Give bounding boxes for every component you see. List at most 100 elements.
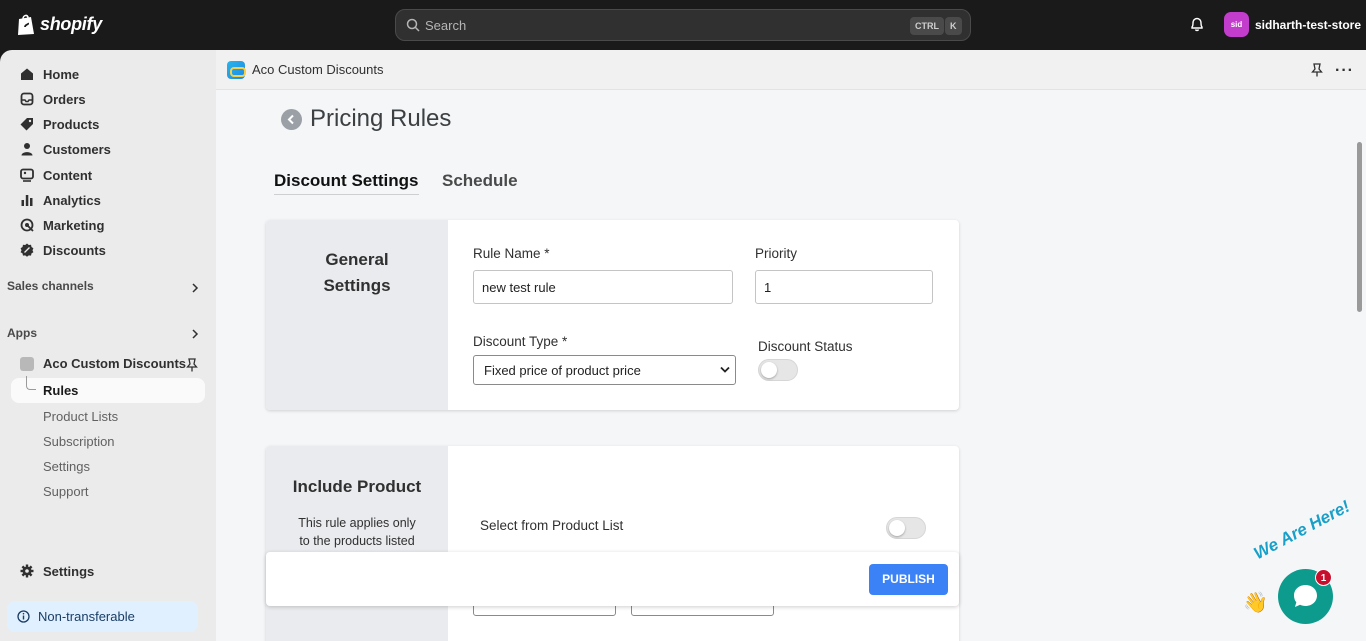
- tag-icon: [20, 118, 33, 131]
- bell-icon[interactable]: [1189, 16, 1205, 32]
- chat-bubble-icon: [1294, 585, 1317, 607]
- sidebar: Home Orders Products Customers Content A…: [0, 50, 216, 641]
- non-transferable-label: Non-transferable: [38, 609, 135, 624]
- sidebar-item-orders[interactable]: Orders: [20, 89, 86, 109]
- pin-icon[interactable]: [186, 358, 198, 372]
- sidebar-sub-item-support[interactable]: Support: [43, 484, 89, 499]
- scrollbar-thumb[interactable]: [1357, 142, 1362, 312]
- home-icon: [21, 68, 33, 80]
- discount-icon: [20, 243, 34, 257]
- discount-type-value: Fixed price of product price: [484, 363, 641, 378]
- top-bar: shopify Search CTRL K sid sidharth-test-…: [0, 0, 1366, 50]
- chat-widget[interactable]: We Are Here! 👋 1: [1240, 497, 1360, 636]
- include-product-title: Include Product: [292, 477, 422, 496]
- sidebar-item-analytics[interactable]: Analytics: [20, 190, 101, 210]
- sidebar-sub-item-settings[interactable]: Settings: [43, 459, 90, 474]
- include-product-card: Include Product This rule applies only t…: [266, 446, 959, 641]
- shopify-logo[interactable]: shopify: [16, 13, 102, 36]
- sidebar-item-marketing[interactable]: Marketing: [20, 215, 104, 235]
- back-button[interactable]: [281, 109, 302, 130]
- bar-chart-icon: [21, 195, 33, 206]
- non-transferable-badge[interactable]: Non-transferable: [7, 601, 198, 632]
- sidebar-app-label: Aco Custom Discounts: [43, 356, 187, 371]
- sidebar-item-label: Settings: [43, 563, 95, 579]
- publish-bar: PUBLISH: [266, 552, 959, 606]
- priority-input[interactable]: 1: [755, 270, 933, 304]
- person-icon: [21, 143, 33, 156]
- sidebar-item-label: Products: [43, 116, 100, 132]
- sidebar-item-products[interactable]: Products: [20, 114, 99, 134]
- shortcut-k-key: K: [945, 17, 962, 35]
- app-logo-icon: [227, 61, 246, 79]
- sidebar-item-discounts[interactable]: Discounts: [20, 240, 106, 260]
- waving-hand-icon: 👋: [1243, 592, 1268, 614]
- general-settings-card: General Settings Rule Name * new test ru…: [266, 220, 959, 410]
- more-options-icon[interactable]: ···: [1335, 62, 1354, 80]
- content-icon: [20, 168, 34, 182]
- sidebar-sub-item-subscription[interactable]: Subscription: [43, 434, 115, 449]
- rule-name-label: Rule Name *: [473, 246, 550, 261]
- desc-line-2: to the products listed: [299, 534, 415, 548]
- title-line-2: Settings: [323, 276, 391, 295]
- sidebar-sub-item-product-lists[interactable]: Product Lists: [43, 409, 118, 424]
- page-title: Pricing Rules: [310, 105, 452, 132]
- shopify-wordmark: shopify: [40, 14, 102, 34]
- tree-connector: [26, 376, 36, 390]
- chat-unread-badge: 1: [1315, 569, 1332, 586]
- gear-icon: [20, 564, 34, 578]
- desc-line-1: This rule applies only: [298, 516, 416, 530]
- apps-heading[interactable]: Apps: [7, 326, 37, 340]
- general-settings-title: General Settings: [266, 247, 448, 299]
- card-side-panel: General Settings: [266, 220, 448, 410]
- app-header: Aco Custom Discounts ···: [216, 50, 1366, 90]
- tab-schedule[interactable]: Schedule: [442, 171, 518, 191]
- store-avatar: sid: [1224, 12, 1249, 37]
- shortcut-ctrl-key: CTRL: [910, 17, 944, 35]
- target-icon: [20, 218, 34, 232]
- sidebar-item-content[interactable]: Content: [20, 165, 92, 185]
- sidebar-item-label: Customers: [43, 141, 111, 157]
- sidebar-item-label: Analytics: [43, 192, 101, 208]
- search-input[interactable]: Search CTRL K: [395, 9, 971, 41]
- main-area: Aco Custom Discounts ··· Pricing Rules D…: [216, 50, 1366, 641]
- sidebar-item-label: Marketing: [43, 217, 105, 233]
- chevron-right-icon[interactable]: [190, 329, 200, 339]
- shopify-bag-icon: [18, 14, 34, 35]
- rule-name-input[interactable]: new test rule: [473, 270, 733, 304]
- tab-discount-settings[interactable]: Discount Settings: [274, 171, 419, 195]
- sidebar-item-label: Orders: [43, 91, 86, 107]
- discount-type-label: Discount Type *: [473, 334, 568, 349]
- sidebar-item-label: Discounts: [43, 242, 106, 258]
- discount-type-select[interactable]: Fixed price of product price: [473, 355, 736, 385]
- sidebar-item-rules-highlight: [11, 378, 205, 403]
- card-side-panel: Include Product This rule applies only t…: [266, 446, 448, 641]
- sidebar-item-home[interactable]: Home: [20, 64, 79, 84]
- select-from-product-list-toggle[interactable]: [886, 517, 926, 539]
- sidebar-app-aco-custom-discounts[interactable]: Aco Custom Discounts: [20, 356, 200, 371]
- select-from-product-list-label: Select from Product List: [480, 518, 624, 533]
- sidebar-item-settings[interactable]: Settings: [20, 561, 94, 581]
- sales-channels-heading[interactable]: Sales channels: [7, 279, 94, 293]
- title-line-1: General: [325, 250, 389, 269]
- orders-icon: [20, 92, 34, 106]
- app-title: Aco Custom Discounts: [252, 62, 384, 77]
- app-content: Pricing Rules Discount Settings Schedule…: [216, 90, 1366, 641]
- sidebar-sub-item-rules[interactable]: Rules: [43, 383, 78, 398]
- include-product-description: This rule applies only to the products l…: [286, 514, 428, 550]
- chevron-down-icon: [720, 366, 730, 373]
- discount-status-toggle[interactable]: [758, 359, 798, 381]
- search-icon: [406, 18, 420, 32]
- app-icon: [20, 356, 34, 371]
- chevron-left-icon: [287, 114, 294, 125]
- sidebar-item-label: Home: [43, 66, 80, 82]
- pin-icon[interactable]: [1311, 63, 1323, 77]
- sidebar-item-customers[interactable]: Customers: [20, 139, 111, 159]
- store-name: sidharth-test-store: [1255, 17, 1362, 32]
- chevron-right-icon[interactable]: [190, 283, 200, 293]
- store-menu[interactable]: sid sidharth-test-store: [1224, 12, 1361, 37]
- info-icon: [17, 610, 30, 623]
- search-placeholder: Search: [425, 18, 467, 33]
- publish-button[interactable]: PUBLISH: [869, 564, 948, 595]
- priority-label: Priority: [755, 246, 798, 261]
- discount-status-label: Discount Status: [758, 339, 853, 354]
